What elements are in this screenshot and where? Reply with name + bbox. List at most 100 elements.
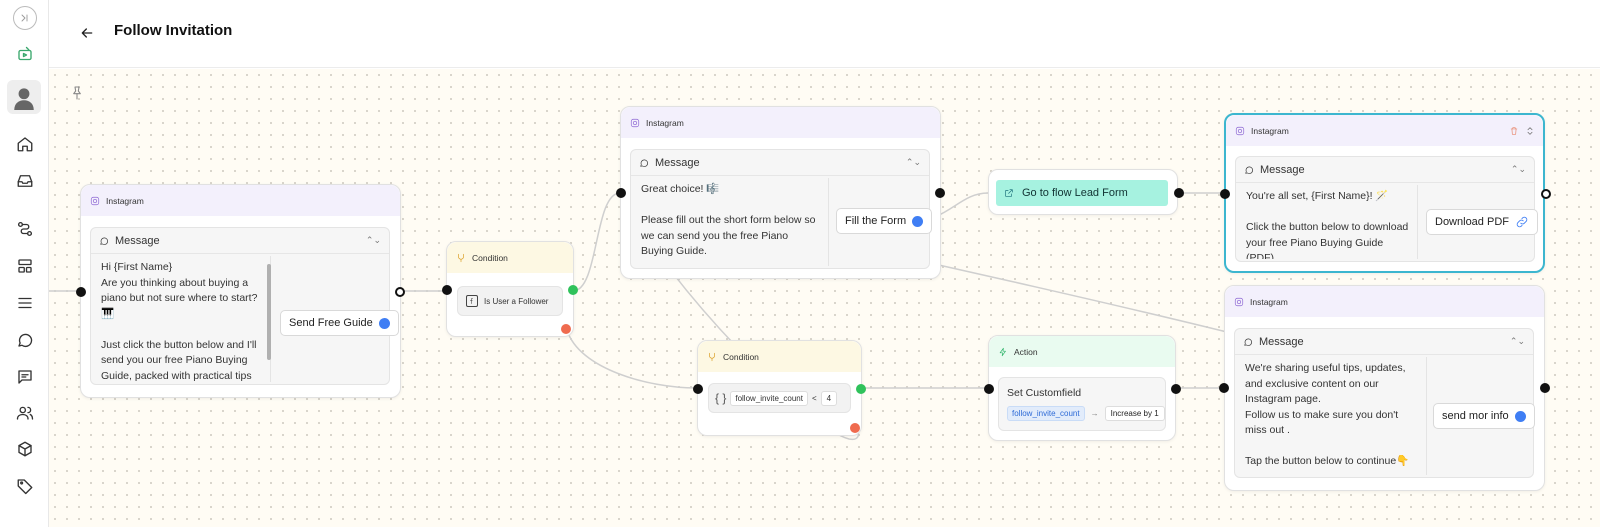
node-header: Condition — [698, 341, 861, 372]
flow-icon[interactable] — [12, 216, 38, 242]
action-node[interactable]: Action Set Customfield follow_invite_cou… — [984, 335, 1181, 441]
action-box[interactable]: Set Customfield follow_invite_count → In… — [998, 377, 1166, 431]
action-operation[interactable]: Increase by 1 — [1104, 406, 1165, 421]
node-header: Instagram — [81, 185, 400, 216]
channel-label: Instagram — [1250, 296, 1288, 307]
message-bubble-icon — [1243, 337, 1253, 347]
condition-value[interactable]: 4 — [820, 390, 838, 406]
lightning-icon — [998, 347, 1008, 357]
send-free-guide-button[interactable]: Send Free Guide — [280, 310, 399, 336]
button-port[interactable] — [1514, 410, 1526, 422]
expand-chevron-icon[interactable]: ⌃⌄ — [366, 235, 381, 246]
channel-label: Instagram — [1251, 125, 1289, 136]
delete-icon[interactable] — [1509, 126, 1519, 136]
message-header[interactable]: Message ⌃⌄ — [631, 150, 929, 176]
node-header: Instagram — [1225, 286, 1544, 317]
brand-logo-icon[interactable] — [12, 42, 38, 68]
home-icon[interactable] — [12, 131, 38, 157]
braces-icon: { } — [715, 391, 727, 405]
page-title: Follow Invitation — [114, 22, 233, 39]
output-port[interactable] — [1540, 383, 1550, 393]
collapse-sidebar-icon[interactable] — [13, 6, 37, 30]
button-label: Download PDF — [1435, 216, 1509, 228]
action-params: follow_invite_count → Increase by 1 — [1007, 406, 1165, 421]
tag-icon[interactable] — [12, 473, 38, 499]
condition-rule-label: Is User a Follower — [484, 296, 549, 306]
back-arrow-icon[interactable] — [76, 22, 98, 44]
output-port[interactable] — [935, 188, 945, 198]
false-output-port[interactable] — [561, 324, 571, 334]
branch-icon — [456, 253, 466, 263]
condition-rule[interactable]: Is User a Follower — [457, 286, 563, 316]
message-header[interactable]: Message ⌃⌄ — [91, 228, 389, 254]
list-icon[interactable] — [12, 290, 38, 316]
message-box[interactable]: Message ⌃⌄ Great choice! 🎼 Please fill o… — [630, 149, 933, 269]
true-output-port[interactable] — [568, 285, 578, 295]
button-port[interactable] — [912, 215, 924, 227]
function-icon — [466, 295, 478, 307]
instagram-message-node-2[interactable]: Instagram Message ⌃⌄ Great choice! 🎼 Ple… — [616, 106, 945, 279]
output-port[interactable] — [395, 287, 405, 297]
external-link-icon — [1004, 188, 1014, 198]
message-box[interactable]: Message ⌃⌄ We're sharing useful tips, up… — [1234, 328, 1535, 478]
output-port[interactable] — [1541, 189, 1551, 199]
goto-flow-bar[interactable]: Go to flow Lead Form — [996, 180, 1168, 206]
instagram-message-node-3[interactable]: Instagram Message ⌃⌄ You're all set, {Fi… — [1220, 113, 1551, 273]
output-port[interactable] — [1174, 188, 1184, 198]
message-text: Great choice! 🎼 Please fill out the shor… — [633, 178, 829, 266]
message-bubble-icon — [639, 158, 649, 168]
download-pdf-button[interactable]: Download PDF — [1426, 209, 1538, 235]
button-port[interactable] — [378, 317, 390, 329]
inbox-icon[interactable] — [12, 168, 38, 194]
expand-chevron-icon[interactable]: ⌃⌄ — [1511, 164, 1526, 175]
package-icon[interactable] — [12, 436, 38, 462]
input-port[interactable] — [1219, 383, 1229, 393]
input-port[interactable] — [76, 287, 86, 297]
scrollbar[interactable] — [267, 264, 271, 360]
message-bubble-icon — [99, 236, 109, 246]
message-header[interactable]: Message ⌃⌄ — [1236, 157, 1534, 183]
message-header[interactable]: Message ⌃⌄ — [1235, 329, 1533, 355]
condition-node-1[interactable]: Condition Is User a Follower — [442, 241, 578, 337]
layout-icon[interactable] — [12, 253, 38, 279]
message-box[interactable]: Message ⌃⌄ You're all set, {First Name}!… — [1235, 156, 1538, 262]
condition-rule[interactable]: { } follow_invite_count < 4 — [708, 383, 851, 413]
instagram-message-node-1[interactable]: Instagram Message ⌃⌄ Hi {First Name} Are… — [76, 184, 405, 398]
users-icon[interactable] — [12, 400, 38, 426]
expand-chevron-icon[interactable]: ⌃⌄ — [906, 157, 921, 168]
send-more-info-button[interactable]: send mor info — [1433, 403, 1535, 429]
condition-node-2[interactable]: Condition { } follow_invite_count < 4 — [693, 340, 866, 436]
message-box[interactable]: Message ⌃⌄ Hi {First Name} Are you think… — [90, 227, 399, 385]
input-port[interactable] — [616, 188, 626, 198]
message-square-icon[interactable] — [12, 364, 38, 390]
pin-icon[interactable] — [69, 85, 85, 101]
branch-icon — [707, 352, 717, 362]
reorder-chevron-icon[interactable] — [1525, 126, 1535, 136]
expand-chevron-icon[interactable]: ⌃⌄ — [1510, 336, 1525, 347]
chat-icon[interactable] — [12, 327, 38, 353]
output-port[interactable] — [1171, 384, 1181, 394]
node-type-label: Condition — [723, 351, 759, 362]
node-header: Instagram — [1226, 115, 1543, 146]
input-port[interactable] — [984, 384, 994, 394]
avatar[interactable] — [7, 80, 41, 114]
instagram-icon — [90, 196, 100, 206]
link-icon[interactable] — [1515, 215, 1529, 229]
fill-the-form-button[interactable]: Fill the Form — [836, 208, 933, 234]
input-port[interactable] — [1220, 189, 1230, 199]
false-output-port[interactable] — [850, 423, 860, 433]
message-label: Message — [115, 234, 160, 247]
goto-flow-node[interactable]: Go to flow Lead Form — [988, 169, 1184, 215]
flow-canvas[interactable]: Instagram Message ⌃⌄ Hi {First Name} Are… — [49, 69, 1600, 527]
instagram-message-node-4[interactable]: Instagram Message ⌃⌄ We're sharing usefu… — [1219, 285, 1550, 491]
message-label: Message — [655, 156, 700, 169]
node-type-label: Condition — [472, 252, 508, 263]
true-output-port[interactable] — [856, 384, 866, 394]
input-port[interactable] — [442, 285, 452, 295]
message-text: Hi {First Name} Are you thinking about b… — [93, 256, 271, 382]
input-port[interactable] — [693, 384, 703, 394]
button-label: send mor info — [1442, 410, 1509, 422]
goto-flow-label: Go to flow Lead Form — [1022, 187, 1128, 199]
arrow-icon: → — [1090, 409, 1099, 418]
node-header: Instagram — [621, 107, 940, 138]
